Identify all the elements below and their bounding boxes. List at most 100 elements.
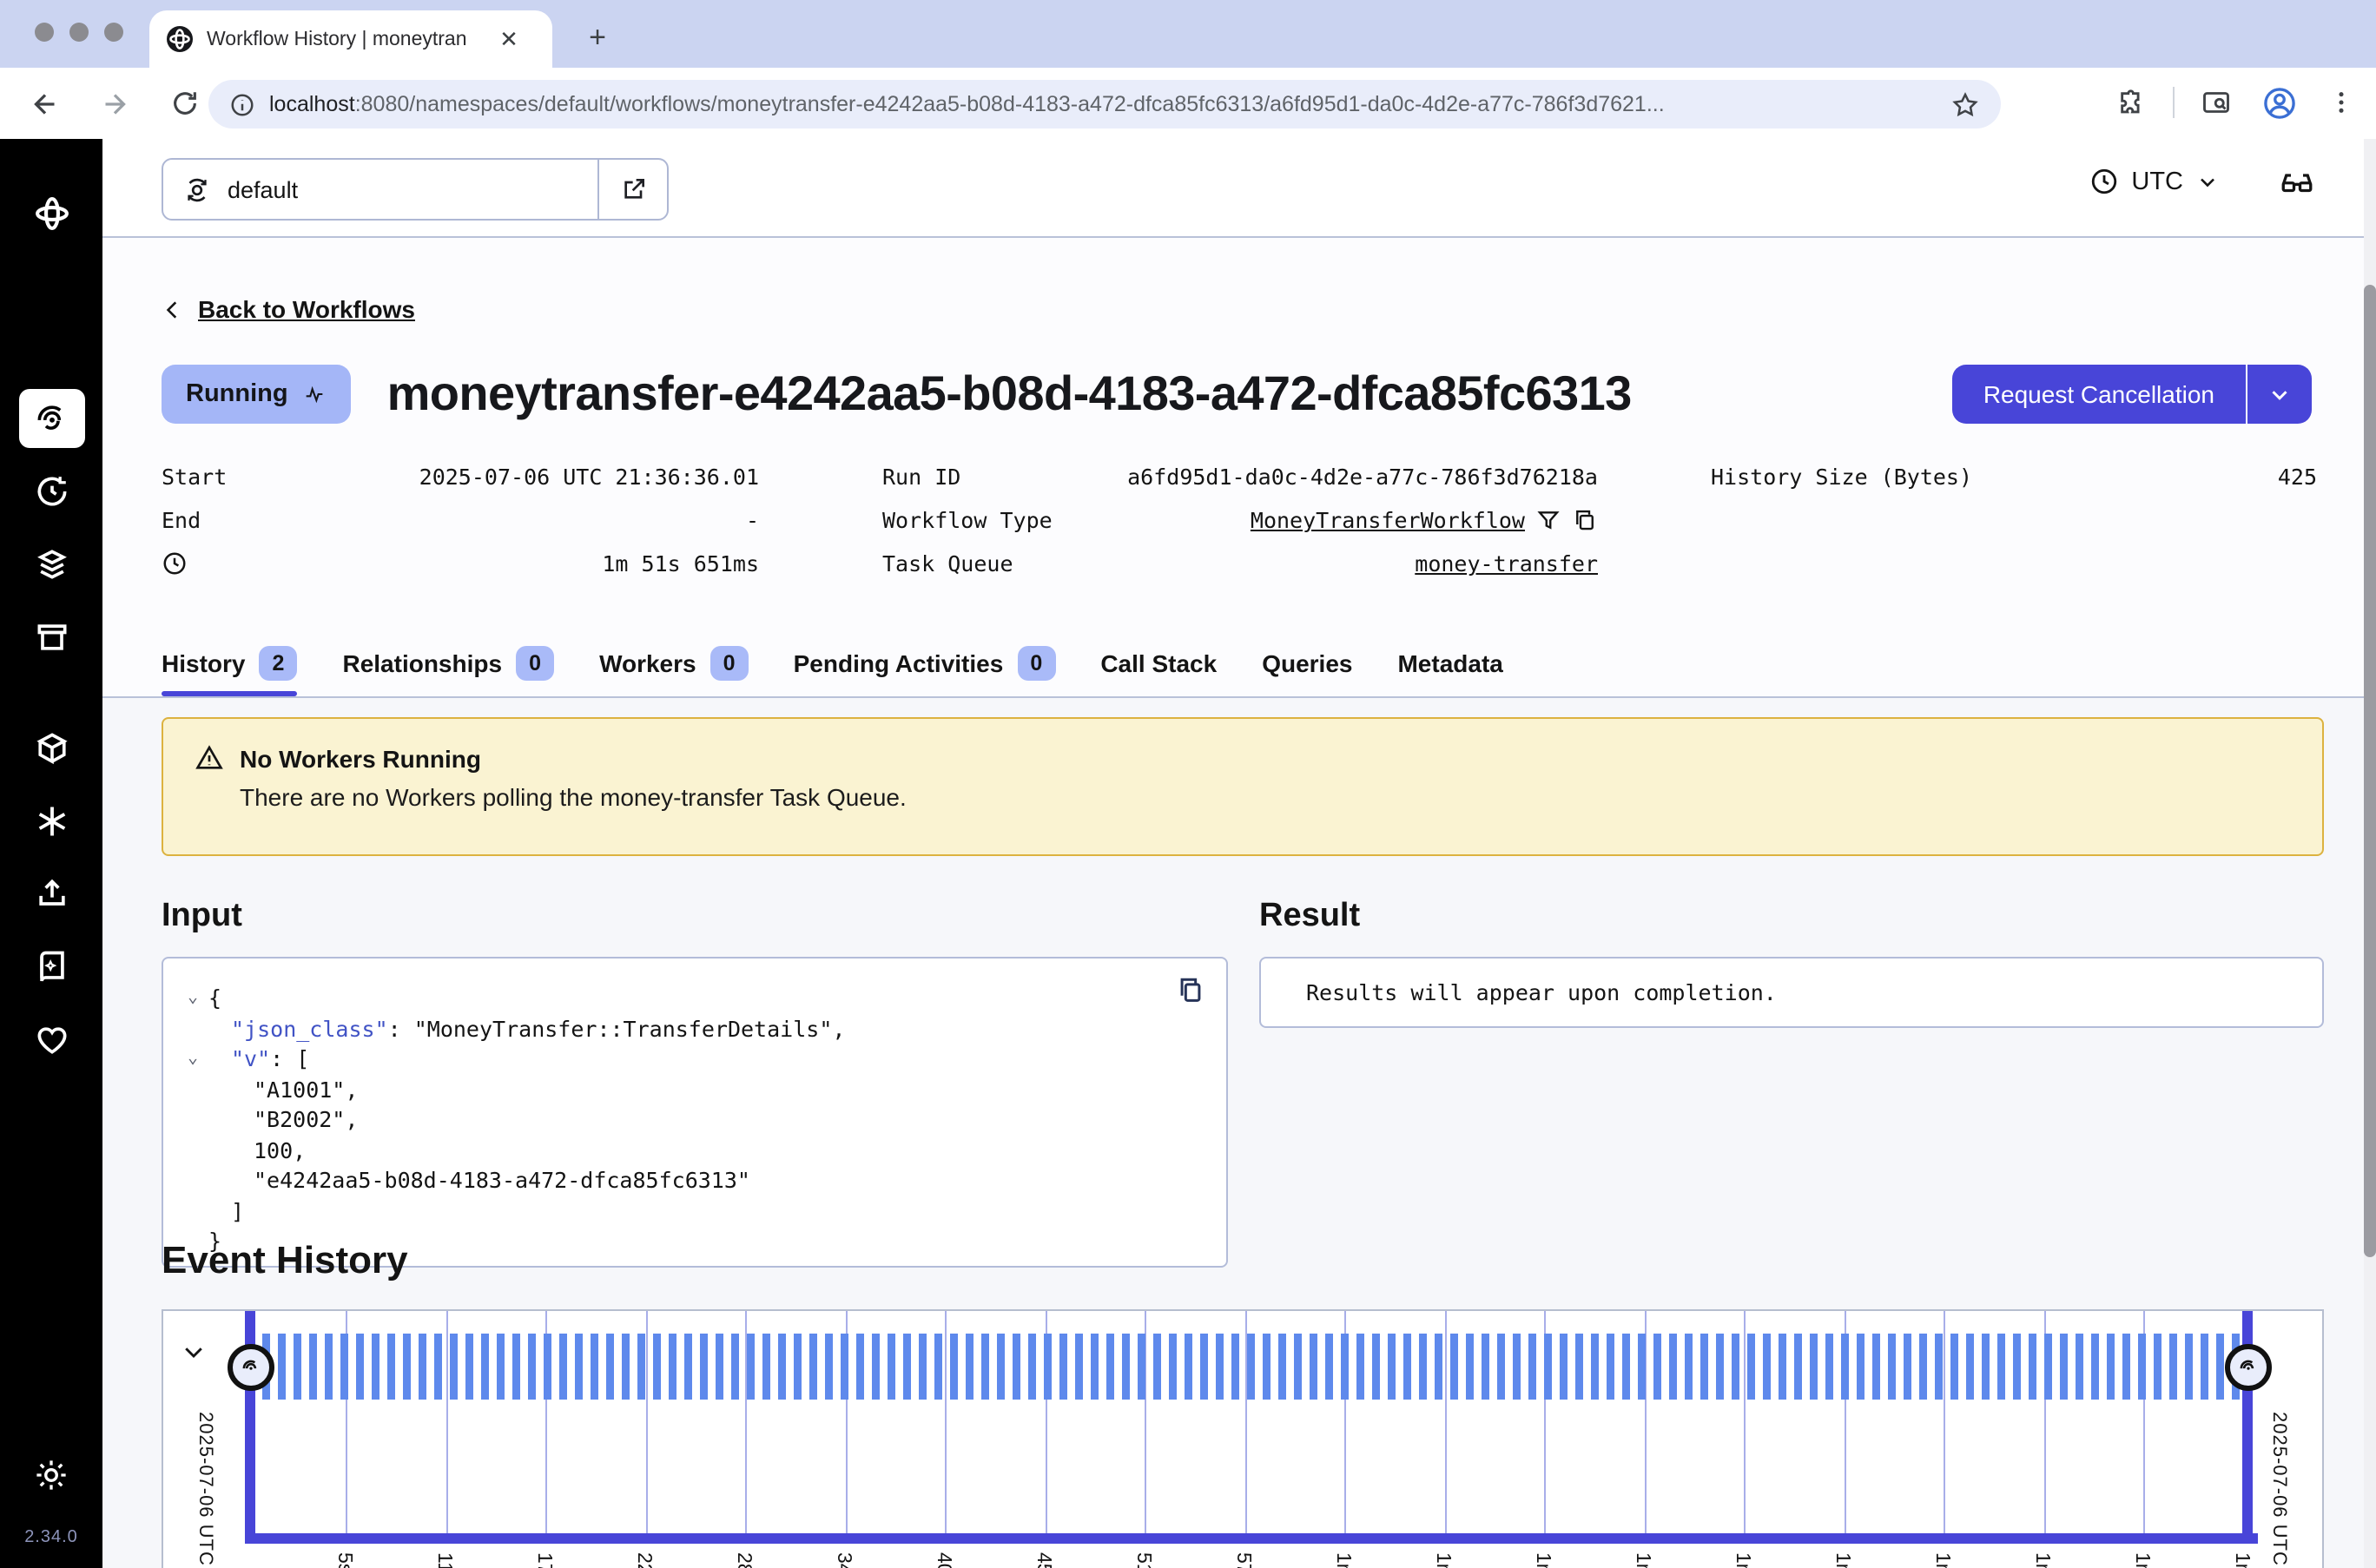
timeline-end-timestamp: 2025-07-06 UTC 2	[2268, 1412, 2289, 1568]
timeline-tick-label: 1m	[1832, 1552, 1852, 1568]
temporal-favicon-icon	[167, 26, 193, 52]
theme-toggle-icon[interactable]	[18, 1445, 84, 1504]
timeline-tick-label: 11s	[433, 1552, 454, 1568]
input-heading: Input	[162, 898, 242, 936]
timeline-tick-label: 1m	[1732, 1552, 1752, 1568]
back-icon[interactable]	[24, 82, 66, 124]
timeline-tick-label: 28s	[733, 1552, 754, 1568]
json-line: 100,	[177, 1135, 1157, 1165]
event-history-timeline[interactable]: 5s11s17s22s28s34s40s45s51s57s1m1m1m1m1m1…	[162, 1309, 2324, 1568]
meta-col-times: Start2025-07-06 UTC 21:36:36.01 End- 1m …	[162, 455, 759, 585]
browser-tabstrip: Workflow History | moneytran ✕ +	[0, 0, 2376, 68]
back-to-workflows-link[interactable]: Back to Workflows	[162, 295, 415, 323]
timeline-tick-label: 1m	[1432, 1552, 1453, 1568]
meta-col-ids: Run IDa6fd95d1-da0c-4d2e-a77c-786f3d7621…	[882, 455, 1598, 585]
bookmark-star-icon[interactable]	[1950, 89, 1980, 119]
tab-call-stack[interactable]: Call Stack	[1100, 644, 1217, 696]
page-scrollbar[interactable]	[2364, 139, 2376, 1568]
timeline-collapse-icon[interactable]	[181, 1339, 207, 1365]
extensions-icon[interactable]	[2110, 82, 2152, 123]
scrollbar-thumb[interactable]	[2364, 285, 2376, 1257]
meta-col-history: History Size (Bytes)425	[1711, 455, 2317, 498]
timeline-tick-label: 5s	[333, 1552, 354, 1568]
tab-workers[interactable]: Workers0	[599, 644, 749, 696]
timeline-tick-label: 22s	[633, 1552, 654, 1568]
filter-icon[interactable]	[1535, 507, 1561, 533]
url-bar[interactable]: localhost:8080/namespaces/default/workfl…	[208, 80, 2001, 128]
browser-toolbar: localhost:8080/namespaces/default/workfl…	[0, 68, 2376, 139]
no-workers-banner: No Workers Running There are no Workers …	[162, 717, 2324, 856]
sidebar-item-schedules[interactable]	[18, 462, 84, 521]
json-line: ⌄"v": [	[177, 1044, 1157, 1074]
timeline-tick-label: 1m	[1532, 1552, 1553, 1568]
timeline-tick-label: 34s	[833, 1552, 854, 1568]
sidebar-item-import[interactable]	[18, 865, 84, 924]
workflow-title: moneytransfer-e4242aa5-b08d-4183-a472-df…	[387, 366, 1632, 422]
sidebar-item-archival[interactable]	[18, 608, 84, 667]
tabs: History2 Relationships0 Workers0 Pending Ac…	[162, 644, 2364, 696]
json-line: ⌄{	[177, 983, 1157, 1013]
workflow-type-link[interactable]: MoneyTransferWorkflow	[1251, 507, 1525, 533]
temporal-logo[interactable]	[18, 184, 84, 243]
window-controls[interactable]	[35, 23, 123, 42]
warning-icon	[195, 743, 224, 773]
history-size: 425	[1972, 464, 2317, 490]
task-queue-link[interactable]: money-transfer	[1415, 550, 1598, 576]
pulse-icon	[302, 382, 327, 406]
timezone-select[interactable]: UTC	[2089, 167, 2220, 196]
labs-glasses-icon[interactable]	[2279, 163, 2315, 200]
copy-icon[interactable]	[1572, 507, 1598, 533]
tab-history[interactable]: History2	[162, 644, 297, 696]
clock-icon	[2089, 167, 2119, 196]
timeline-tick-label: 1m	[1632, 1552, 1653, 1568]
sidebar-item-workflows[interactable]	[18, 389, 84, 448]
run-id: a6fd95d1-da0c-4d2e-a77c-786f3d76218a	[960, 464, 1598, 490]
reading-mode-icon[interactable]	[2195, 82, 2237, 123]
request-cancellation-button[interactable]: Request Cancellation	[1952, 365, 2246, 424]
namespace-external-link-icon[interactable]	[597, 158, 667, 221]
cancellation-menu-button[interactable]	[2246, 365, 2312, 424]
timeline-start-timestamp: 2025-07-06 UTC 2	[195, 1412, 215, 1568]
timeline-tick-label: 1m	[2131, 1552, 2152, 1568]
input-card: ⌄{"json_class": "MoneyTransfer::Transfer…	[162, 957, 1228, 1268]
sidebar-item-feedback[interactable]	[18, 1011, 84, 1070]
namespace-select[interactable]: default	[162, 158, 669, 221]
timeline-activity-band	[262, 1334, 2241, 1400]
timeline-tick-label: 17s	[533, 1552, 554, 1568]
json-line: ]	[177, 1196, 1157, 1226]
url-text: localhost:8080/namespaces/default/workfl…	[269, 92, 1937, 116]
result-placeholder: Results will appear upon completion.	[1306, 979, 1777, 1005]
sidebar-item-nexus[interactable]	[18, 792, 84, 851]
tab-close-icon[interactable]: ✕	[495, 25, 523, 53]
result-card: Results will appear upon completion.	[1259, 957, 2324, 1028]
timeline-tick-label: 57s	[1232, 1552, 1253, 1568]
event-marker-start[interactable]	[228, 1344, 274, 1391]
tab-metadata[interactable]: Metadata	[1397, 644, 1502, 696]
browser-menu-icon[interactable]	[2320, 82, 2362, 123]
reload-icon[interactable]	[163, 82, 205, 124]
timeline-tick-label: 1m	[1931, 1552, 1952, 1568]
app-version: 2.34.0	[24, 1528, 78, 1547]
sidebar-item-docs[interactable]	[18, 938, 84, 997]
start-time: 2025-07-06 UTC 21:36:36.01	[227, 464, 759, 490]
tab-relationships[interactable]: Relationships0	[342, 644, 554, 696]
sidebar-item-task-queues[interactable]	[18, 535, 84, 594]
tab-pending-activities[interactable]: Pending Activities0	[794, 644, 1056, 696]
site-info-icon[interactable]	[229, 91, 255, 117]
browser-tab[interactable]: Workflow History | moneytran ✕	[149, 10, 552, 68]
json-collapse-icon[interactable]: ⌄	[177, 1044, 208, 1074]
duration: 1m 51s 651ms	[188, 550, 759, 576]
profile-avatar-icon[interactable]	[2258, 82, 2300, 123]
tab-title: Workflow History | moneytran	[207, 29, 481, 49]
new-tab-button[interactable]: +	[580, 21, 615, 56]
json-collapse-icon[interactable]: ⌄	[177, 983, 208, 1013]
timeline-tick-label: 1m	[2031, 1552, 2052, 1568]
status-badge[interactable]: Running	[162, 365, 351, 424]
app-topbar: default UTC	[102, 139, 2364, 238]
sidebar-item-namespaces[interactable]	[18, 719, 84, 778]
json-line: "A1001",	[177, 1074, 1157, 1104]
input-copy-icon[interactable]	[1176, 976, 1205, 1005]
event-marker-end[interactable]	[2225, 1344, 2272, 1391]
forward-icon[interactable]	[94, 82, 135, 124]
tab-queries[interactable]: Queries	[1262, 644, 1352, 696]
